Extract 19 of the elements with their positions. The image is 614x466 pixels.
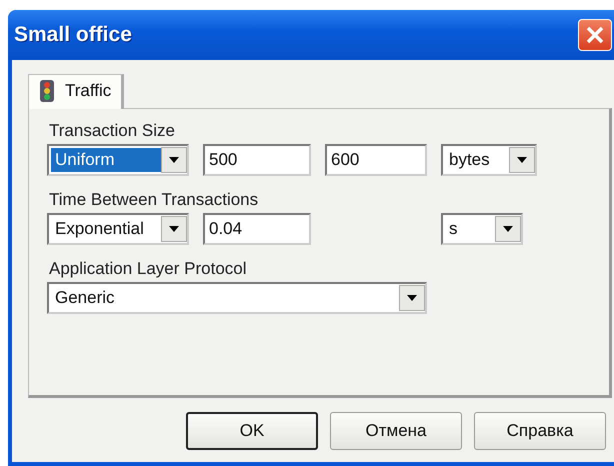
dialog-button[interactable]: Справка bbox=[474, 412, 606, 450]
number-field[interactable]: 600 bbox=[325, 144, 427, 176]
window-title: Small office bbox=[14, 23, 132, 47]
dialog-button[interactable]: OK bbox=[186, 412, 318, 450]
dropdown[interactable]: bytes bbox=[441, 144, 537, 176]
traffic-light-icon bbox=[37, 79, 57, 103]
dropdown[interactable]: s bbox=[441, 213, 523, 245]
number-field[interactable]: 0.04 bbox=[203, 213, 311, 245]
close-button[interactable] bbox=[578, 19, 612, 51]
tab[interactable]: Traffic bbox=[28, 74, 124, 109]
close-icon bbox=[585, 25, 605, 45]
section-label: Application Layer Protocol bbox=[49, 259, 248, 279]
number-field[interactable]: 500 bbox=[203, 144, 311, 176]
dropdown[interactable]: Uniform bbox=[47, 144, 189, 176]
section-label: Time Between Transactions bbox=[49, 190, 260, 210]
dialog-button[interactable]: Отмена bbox=[330, 412, 462, 450]
dropdown[interactable]: Exponential bbox=[47, 213, 189, 245]
dropdown[interactable]: Generic bbox=[47, 282, 427, 314]
section-label: Transaction Size bbox=[49, 121, 176, 141]
